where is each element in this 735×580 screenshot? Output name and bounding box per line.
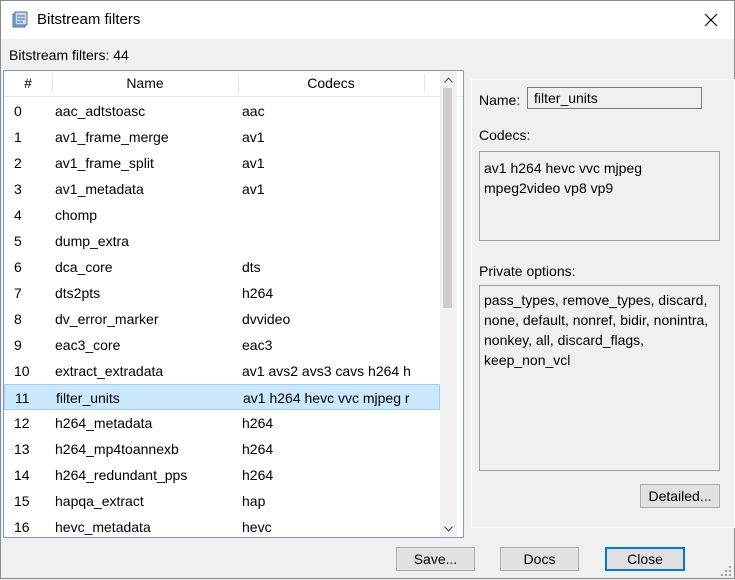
row-codecs: eac3: [242, 337, 273, 353]
row-codecs: [242, 228, 438, 254]
table-row[interactable]: 1 av1_frame_merge av1: [4, 124, 440, 150]
title-bar: Bitstream filters: [1, 1, 734, 39]
row-number: 14: [14, 467, 30, 483]
row-codecs: h264: [242, 441, 274, 457]
column-header-number[interactable]: #: [4, 71, 52, 96]
row-codecs: hap: [242, 493, 266, 509]
name-label: Name:: [479, 92, 521, 108]
row-codecs: aac: [242, 103, 265, 119]
scroll-up-icon[interactable]: [440, 71, 457, 88]
resize-grip-icon[interactable]: [720, 564, 732, 576]
row-name: av1_frame_split: [55, 155, 154, 171]
details-panel: Name: filter_units Codecs: av1 h264 hevc…: [471, 79, 735, 528]
row-codecs: av1: [242, 155, 265, 171]
table-row[interactable]: 8 dv_error_marker dvvideo: [4, 306, 440, 332]
scroll-down-icon[interactable]: [440, 520, 457, 537]
table-row[interactable]: 3 av1_metadata av1: [4, 176, 440, 202]
close-button[interactable]: Close: [605, 547, 685, 571]
row-name: dts2pts: [55, 285, 101, 301]
row-number: 0: [14, 103, 22, 119]
row-name: h264_redundant_pps: [55, 467, 188, 483]
save-button[interactable]: Save...: [396, 547, 475, 571]
column-divider[interactable]: [424, 74, 425, 93]
row-number: 9: [14, 337, 22, 353]
row-name: hapqa_extract: [55, 493, 144, 509]
row-number: 10: [14, 363, 30, 379]
private-options-textbox[interactable]: pass_types, remove_types, discard, none,…: [479, 285, 720, 471]
column-header-codecs[interactable]: Codecs: [238, 71, 424, 96]
column-header-name[interactable]: Name: [52, 71, 238, 96]
row-name: av1_frame_merge: [55, 129, 169, 145]
row-name: filter_units: [56, 390, 120, 406]
row-name: aac_adtstoasc: [55, 103, 146, 119]
row-number: 5: [14, 233, 22, 249]
row-codecs: av1 avs2 avs3 cavs h264 h: [242, 363, 411, 379]
window-title: Bitstream filters: [37, 11, 141, 28]
filters-list[interactable]: # Name Codecs 0 aac_adtstoasc aac 1 av1_fram…: [3, 70, 464, 538]
row-number: 16: [14, 519, 30, 535]
codecs-label: Codecs:: [479, 127, 531, 143]
row-codecs: hevc: [242, 519, 272, 535]
row-codecs: av1: [242, 181, 265, 197]
row-number: 2: [14, 155, 22, 171]
row-codecs: h264: [242, 467, 274, 483]
codecs-textbox[interactable]: av1 h264 hevc vvc mjpeg mpeg2video vp8 v…: [479, 151, 720, 241]
row-name: dca_core: [55, 259, 113, 275]
table-row[interactable]: 9 eac3_core eac3: [4, 332, 440, 358]
row-number: 12: [14, 415, 30, 431]
table-row[interactable]: 12 h264_metadata h264: [4, 410, 440, 436]
row-name: chomp: [55, 207, 98, 223]
table-row[interactable]: 11 filter_units av1 h264 hevc vvc mjpeg r: [4, 384, 440, 410]
row-name: h264_metadata: [55, 415, 153, 431]
private-options-label: Private options:: [479, 263, 576, 279]
row-codecs: h264: [242, 415, 274, 431]
name-field[interactable]: filter_units: [527, 87, 702, 109]
row-codecs: h264: [242, 285, 274, 301]
row-name: h264_mp4toannexb: [55, 441, 179, 457]
filter-count-label: Bitstream filters: 44: [9, 47, 129, 63]
table-row[interactable]: 13 h264_mp4toannexb h264: [4, 436, 440, 462]
table-row[interactable]: 0 aac_adtstoasc aac: [4, 98, 440, 124]
bitstream-filters-dialog: Bitstream filters Bitstream filters: 44 …: [0, 0, 735, 579]
table-row[interactable]: 5 dump_extra: [4, 228, 440, 254]
row-codecs: av1: [242, 129, 265, 145]
list-header: # Name Codecs: [4, 71, 463, 97]
row-codecs: dts: [242, 259, 261, 275]
row-number: 3: [14, 181, 22, 197]
row-number: 11: [15, 390, 30, 406]
row-codecs: [242, 202, 438, 228]
row-number: 8: [14, 311, 22, 327]
table-row[interactable]: 15 hapqa_extract hap: [4, 488, 440, 514]
vertical-scrollbar[interactable]: [440, 71, 457, 537]
row-number: 15: [14, 493, 30, 509]
table-row[interactable]: 14 h264_redundant_pps h264: [4, 462, 440, 488]
row-name: eac3_core: [55, 337, 121, 353]
row-number: 6: [14, 259, 22, 275]
row-number: 1: [14, 129, 22, 145]
table-row[interactable]: 16 hevc_metadata hevc: [4, 514, 440, 537]
scrollbar-thumb[interactable]: [443, 88, 452, 308]
row-name: extract_extradata: [55, 363, 164, 379]
table-row[interactable]: 2 av1_frame_split av1: [4, 150, 440, 176]
app-icon: [11, 11, 29, 29]
row-name: dv_error_marker: [55, 311, 159, 327]
table-row[interactable]: 7 dts2pts h264: [4, 280, 440, 306]
row-codecs: av1 h264 hevc vvc mjpeg r: [243, 390, 410, 406]
table-row[interactable]: 10 extract_extradata av1 avs2 avs3 cavs h2…: [4, 358, 440, 384]
row-number: 13: [14, 441, 30, 457]
row-name: dump_extra: [55, 233, 129, 249]
detailed-button[interactable]: Detailed...: [640, 484, 720, 508]
row-number: 4: [14, 207, 22, 223]
table-row[interactable]: 4 chomp: [4, 202, 440, 228]
row-name: av1_metadata: [55, 181, 144, 197]
row-number: 7: [14, 285, 22, 301]
docs-button[interactable]: Docs: [500, 547, 579, 571]
row-codecs: dvvideo: [242, 311, 291, 327]
row-name: hevc_metadata: [55, 519, 151, 535]
table-row[interactable]: 6 dca_core dts: [4, 254, 440, 280]
close-window-icon[interactable]: [688, 1, 734, 39]
